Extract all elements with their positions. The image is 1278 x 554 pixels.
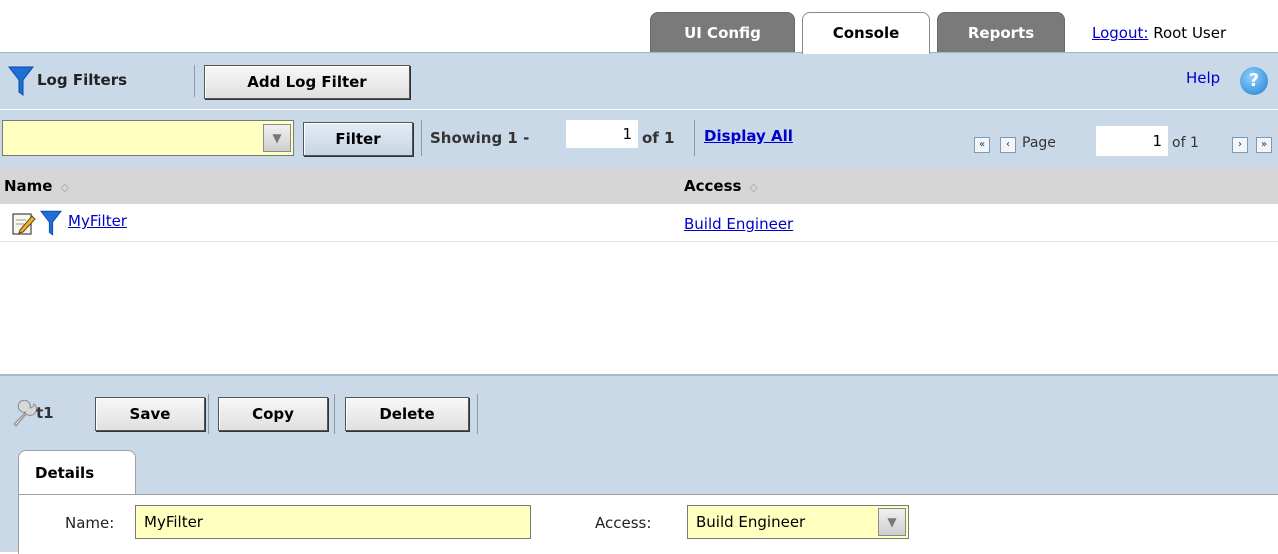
logout-area: Logout: Root User [1092, 24, 1226, 42]
table-row: MyFilter Build Engineer [0, 204, 1278, 242]
filter-row: ▼ Filter Showing 1 - 1 of 1 Display All … [0, 110, 1278, 168]
editor-divider [334, 394, 335, 434]
tab-ui-config[interactable]: UI Config [650, 12, 795, 52]
column-name-label: Name [4, 177, 53, 195]
details-form: Name: MyFilter Access: Build Engineer ▼ [18, 494, 1278, 554]
name-field-label: Name: [65, 514, 115, 532]
help-icon[interactable]: ? [1240, 67, 1268, 95]
display-all-link[interactable]: Display All [704, 127, 793, 145]
tab-console[interactable]: Console [802, 12, 930, 54]
access-select-value: Build Engineer [696, 513, 806, 531]
access-select[interactable]: Build Engineer ▼ [687, 505, 909, 539]
section-title: Log Filters [37, 71, 128, 89]
last-page-button[interactable]: » [1256, 137, 1272, 153]
filter-button[interactable]: Filter [303, 122, 413, 156]
access-field-label: Access: [595, 514, 652, 532]
tab-details[interactable]: Details [18, 450, 136, 496]
editor-panel: t1 Save Copy Delete Details Name: MyFilt… [0, 374, 1278, 554]
sort-icon[interactable]: ◇ [60, 181, 68, 194]
first-page-button[interactable]: « [974, 137, 990, 153]
sort-icon[interactable]: ◇ [749, 181, 757, 194]
next-page-button[interactable]: › [1232, 137, 1248, 153]
tab-details-label: Details [35, 464, 95, 482]
access-dropdown-icon[interactable]: ▼ [878, 508, 906, 536]
funnel-icon [7, 65, 35, 101]
combo-dropdown-icon[interactable]: ▼ [263, 124, 291, 152]
editor-divider [477, 394, 478, 434]
filter-combo[interactable]: ▼ [2, 120, 294, 156]
prev-page-button[interactable]: ‹ [1000, 137, 1016, 153]
tab-reports[interactable]: Reports [937, 12, 1065, 52]
record-label: t1 [36, 404, 54, 422]
user-name: Root User [1153, 24, 1227, 42]
log-filters-toolbar: Log Filters Add Log Filter Help ? [0, 52, 1278, 110]
editor-divider [208, 394, 209, 434]
page-number-field[interactable]: 1 [1096, 126, 1168, 156]
page-of-label: of 1 [1172, 135, 1199, 151]
save-button[interactable]: Save [95, 397, 205, 431]
showing-to-field[interactable]: 1 [566, 120, 638, 148]
edit-icon[interactable] [12, 212, 36, 240]
row-name-link[interactable]: MyFilter [68, 212, 127, 230]
toolbar-divider [194, 65, 195, 97]
add-log-filter-button[interactable]: Add Log Filter [204, 65, 410, 99]
help-link[interactable]: Help [1186, 69, 1220, 87]
display-divider [694, 120, 695, 156]
tab-reports-label: Reports [967, 24, 1035, 42]
delete-button[interactable]: Delete [345, 397, 469, 431]
name-field[interactable]: MyFilter [135, 505, 531, 539]
showing-of-label: of 1 [642, 129, 675, 147]
filter-divider [421, 120, 422, 156]
wrench-icon [10, 399, 38, 432]
tab-console-label: Console [832, 24, 900, 42]
column-access-label: Access [684, 177, 742, 195]
column-header-name[interactable]: Name ◇ [4, 177, 69, 195]
row-access-link[interactable]: Build Engineer [684, 215, 793, 233]
copy-button[interactable]: Copy [218, 397, 328, 431]
table-header: Name ◇ Access ◇ [0, 168, 1278, 204]
logout-link[interactable]: Logout: [1092, 24, 1148, 42]
showing-label: Showing 1 - [430, 129, 530, 147]
page-label: Page [1022, 135, 1056, 151]
column-header-access[interactable]: Access ◇ [684, 177, 758, 195]
tab-ui-config-label: UI Config [684, 24, 761, 42]
funnel-icon [39, 208, 63, 242]
